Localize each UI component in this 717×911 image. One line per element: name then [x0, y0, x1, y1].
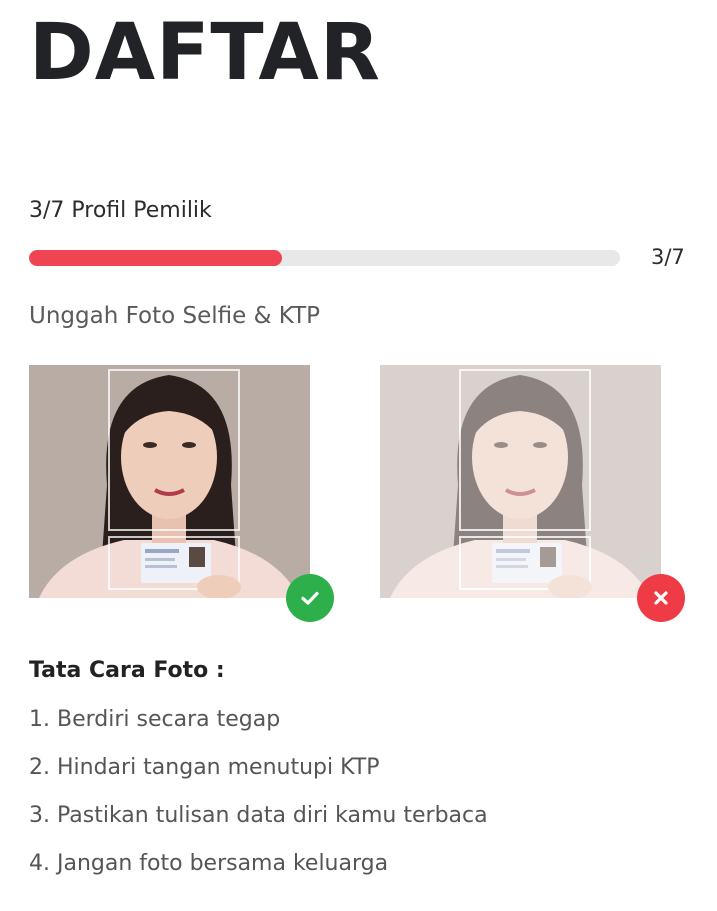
selfie-example-correct-image	[29, 365, 310, 598]
check-icon	[286, 574, 334, 622]
instruction-item: 4. Jangan foto bersama keluarga	[29, 851, 389, 876]
instruction-item: 3. Pastikan tulisan data diri kamu terba…	[29, 803, 488, 828]
upload-label: Unggah Foto Selfie & KTP	[29, 303, 321, 329]
selfie-example-incorrect-image	[380, 365, 661, 598]
step-heading: 3/7 Profil Pemilik	[29, 198, 212, 223]
instructions-title: Tata Cara Foto :	[29, 658, 225, 683]
progress-bar	[29, 250, 620, 266]
instructions-list: 1. Berdiri secara tegap 2. Hindari tanga…	[29, 707, 488, 899]
instruction-item: 1. Berdiri secara tegap	[29, 707, 281, 732]
progress-count: 3/7	[651, 245, 685, 269]
instruction-item: 2. Hindari tangan menutupi KTP	[29, 755, 380, 780]
page-title: DAFTAR	[29, 8, 381, 98]
progress-bar-fill	[29, 250, 283, 266]
close-icon	[637, 574, 685, 622]
